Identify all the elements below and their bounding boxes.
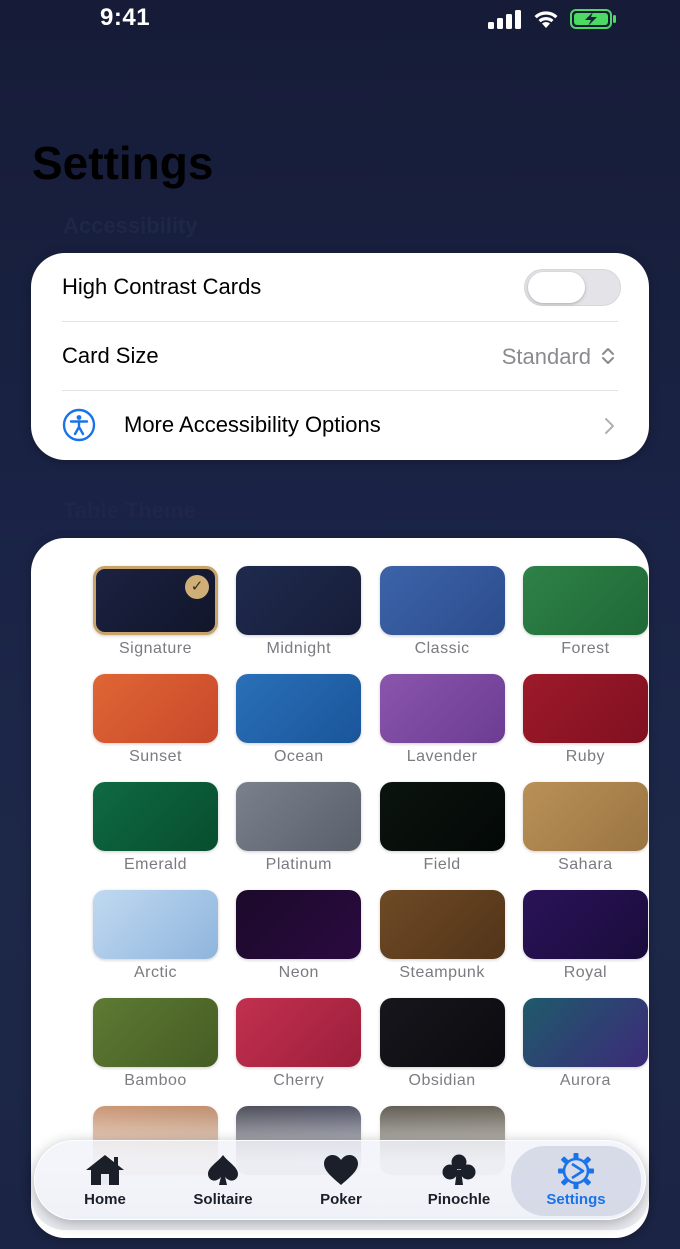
house-icon [86,1155,124,1185]
high-contrast-toggle[interactable] [524,269,621,306]
theme-option[interactable]: Sunset [93,674,218,782]
heart-icon [324,1155,358,1185]
tab-pinochle[interactable]: Pinochle [401,1141,517,1221]
theme-label: Ocean [273,748,324,765]
status-bar: 9:41 [0,0,680,44]
theme-option[interactable]: Ruby [522,674,648,782]
theme-option[interactable]: Steampunk [379,890,505,998]
high-contrast-label: High Contrast Cards [62,274,262,299]
theme-swatch[interactable] [93,782,218,851]
theme-swatch[interactable] [379,674,505,743]
theme-label: Lavender [406,748,478,765]
page-title: Settings [32,137,214,189]
theme-label: Arctic [134,964,177,981]
card-size-label: Card Size [62,343,159,368]
gear-icon [558,1153,594,1189]
theme-label: Classic [414,640,470,657]
wifi-icon [534,11,558,28]
tab-poker[interactable]: Poker [283,1141,399,1221]
tab-home-label: Home [84,1191,126,1208]
theme-label: Forest [561,640,610,657]
theme-option[interactable]: Midnight [236,566,362,674]
theme-swatch[interactable] [93,674,218,743]
theme-option[interactable]: Royal [522,890,648,998]
toggle-knob [528,272,585,303]
tab-pinochle-label: Pinochle [427,1191,491,1208]
theme-option[interactable]: Ocean [236,674,362,782]
theme-label: Ruby [565,748,606,765]
battery-charging-icon [570,9,616,29]
accessibility-section-header: Accessibility [63,213,198,238]
theme-label: Signature [119,640,192,657]
theme-swatch[interactable] [93,998,218,1067]
theme-option[interactable]: Sahara [522,782,648,890]
theme-swatch[interactable] [379,890,505,959]
theme-swatch[interactable] [522,674,648,743]
theme-swatch[interactable] [379,566,505,635]
theme-label: Neon [278,964,319,981]
theme-label: Aurora [559,1072,611,1089]
spade-icon [208,1155,238,1185]
theme-option[interactable]: Platinum [236,782,362,890]
theme-swatch[interactable] [522,566,648,635]
theme-grid: ✓ Signature Midnight Classic Forest Sunset Oce… [93,566,649,1214]
card-size-value[interactable]: Standard [502,344,591,370]
theme-label: Obsidian [408,1072,476,1089]
tab-solitaire-label: Solitaire [193,1191,253,1208]
theme-option[interactable]: Obsidian [379,998,505,1106]
table-theme-section-header: Table Theme [63,498,196,523]
theme-swatch[interactable] [236,782,362,851]
tab-poker-label: Poker [320,1191,362,1208]
signal-icon [488,10,521,29]
theme-option[interactable]: Field [379,782,505,890]
tab-bar: Home Solitaire Poker Pinochle Settings [34,1140,646,1220]
theme-option[interactable]: Emerald [93,782,218,890]
theme-label: Cherry [273,1072,325,1089]
theme-option[interactable]: Neon [236,890,362,998]
more-accessibility-label: More Accessibility Options [124,412,381,437]
tab-solitaire[interactable]: Solitaire [165,1141,281,1221]
theme-swatch[interactable] [236,674,362,743]
accessibility-group: High Contrast Cards Card Size Standard M… [31,253,649,460]
status-time: 9:41 [100,4,151,31]
chevron-right-icon [605,418,614,434]
theme-swatch[interactable] [236,998,362,1067]
table-theme-group: ✓ Signature Midnight Classic Forest Sunset Oce… [31,538,649,1238]
theme-label: Sahara [558,856,613,873]
tab-home[interactable]: Home [47,1141,163,1221]
theme-label: Royal [563,964,608,981]
theme-swatch[interactable] [522,998,648,1067]
up-down-chevron-icon [602,348,614,364]
theme-option[interactable]: Lavender [379,674,505,782]
theme-swatch[interactable] [379,782,505,851]
tab-settings-label: Settings [546,1191,606,1208]
status-icons [488,8,618,30]
theme-swatch[interactable] [522,782,648,851]
tab-settings[interactable]: Settings [511,1146,641,1216]
theme-swatch[interactable] [236,566,362,635]
theme-swatch[interactable]: ✓ [93,566,218,635]
checkmark-icon: ✓ [185,575,209,599]
theme-option[interactable]: Arctic [93,890,218,998]
theme-label: Midnight [266,640,332,657]
theme-label: Field [423,856,461,873]
theme-swatch[interactable] [522,890,648,959]
theme-label: Platinum [265,856,332,873]
theme-option[interactable]: Cherry [236,998,362,1106]
theme-label: Bamboo [124,1072,187,1089]
theme-option[interactable]: Aurora [522,998,648,1106]
club-icon [442,1154,476,1185]
theme-option[interactable]: Classic [379,566,505,674]
theme-option[interactable]: Forest [522,566,648,674]
more-accessibility-row[interactable]: More Accessibility Options [62,391,618,459]
theme-option[interactable]: ✓ Signature [93,566,218,674]
theme-swatch[interactable] [93,890,218,959]
theme-swatch[interactable] [236,890,362,959]
theme-swatch[interactable] [379,998,505,1067]
theme-label: Sunset [129,748,182,765]
theme-option[interactable]: Bamboo [93,998,218,1106]
theme-label: Steampunk [399,964,485,981]
theme-label: Emerald [123,856,188,873]
accessibility-icon [62,408,96,442]
